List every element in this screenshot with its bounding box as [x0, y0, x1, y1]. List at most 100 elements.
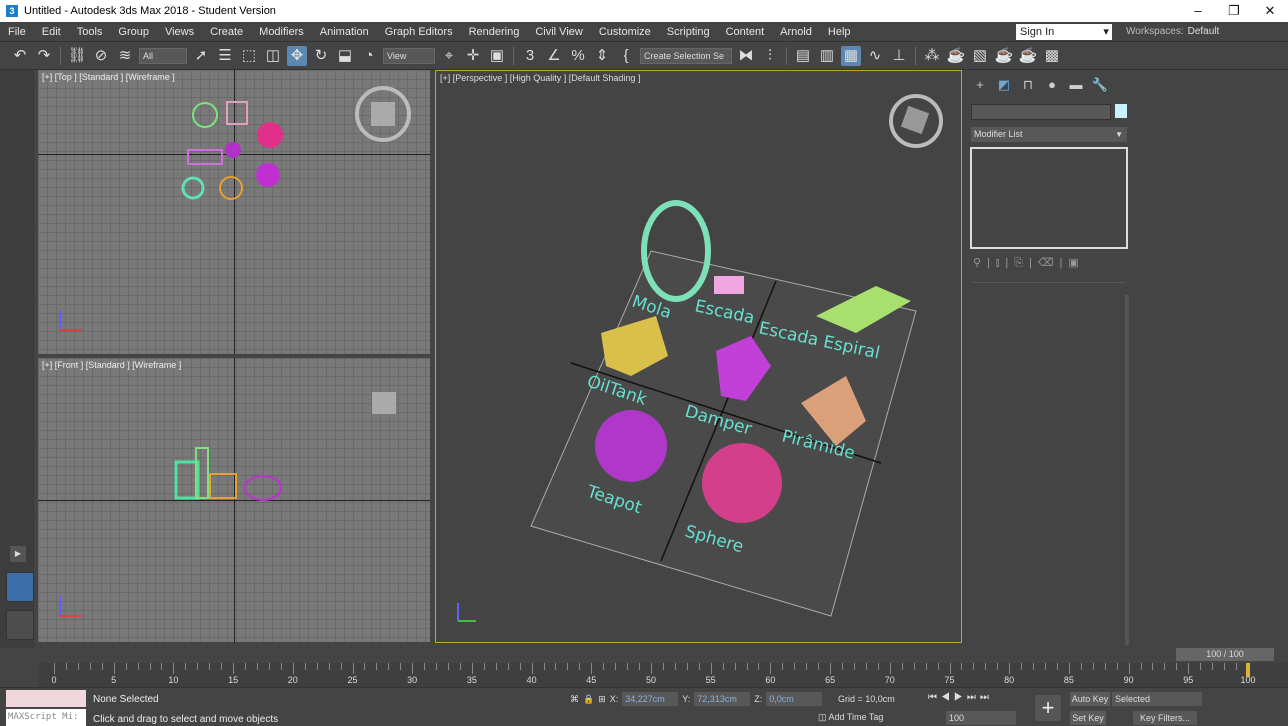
set-key-plus-icon[interactable]: +: [1035, 695, 1061, 721]
menu-scripting[interactable]: Scripting: [659, 22, 718, 42]
redo-icon[interactable]: ↷: [34, 46, 54, 66]
place-icon[interactable]: ◔: [359, 46, 379, 66]
menu-civil-view[interactable]: Civil View: [527, 22, 590, 42]
modify-tab-icon[interactable]: ◩: [995, 76, 1013, 94]
minimize-button[interactable]: –: [1180, 0, 1216, 22]
scene-explorer-icon[interactable]: ▤: [793, 46, 813, 66]
close-button[interactable]: ✕: [1252, 0, 1288, 22]
display-tab-icon[interactable]: ▬: [1067, 76, 1085, 94]
unlink-icon[interactable]: ⊘: [91, 46, 111, 66]
menu-help[interactable]: Help: [820, 22, 859, 42]
rect-selection-icon[interactable]: ⬚: [239, 46, 259, 66]
motion-tab-icon[interactable]: ●: [1043, 76, 1061, 94]
menu-rendering[interactable]: Rendering: [461, 22, 528, 42]
menu-content[interactable]: Content: [718, 22, 773, 42]
menu-customize[interactable]: Customize: [591, 22, 659, 42]
object-name-field[interactable]: [971, 104, 1111, 120]
spinner-snap-icon[interactable]: ⇕: [592, 46, 612, 66]
x-coordinate-field[interactable]: 34,227cm: [622, 692, 679, 706]
workspaces-selector[interactable]: Workspaces: Default: [1126, 24, 1219, 40]
rotate-icon[interactable]: ↻: [311, 46, 331, 66]
percent-snap-icon[interactable]: %: [568, 46, 588, 66]
add-time-tag-button[interactable]: ◫ Add Time Tag: [818, 712, 883, 723]
menu-tools[interactable]: Tools: [69, 22, 111, 42]
maxscript-listener-output[interactable]: [6, 690, 86, 707]
auto-key-button[interactable]: Auto Key: [1070, 692, 1110, 706]
layout-four-viewports-button[interactable]: [6, 572, 34, 602]
menu-edit[interactable]: Edit: [34, 22, 69, 42]
menu-views[interactable]: Views: [157, 22, 202, 42]
key-mode-dropdown[interactable]: Selected: [1112, 692, 1202, 706]
render-iterative-icon[interactable]: ☕: [1018, 46, 1038, 66]
mirror-icon[interactable]: ⧓: [736, 46, 756, 66]
schematic-view-icon[interactable]: ⊥: [889, 46, 909, 66]
select-object-icon[interactable]: ➚: [191, 46, 211, 66]
menu-create[interactable]: Create: [202, 22, 251, 42]
hierarchy-tab-icon[interactable]: ⊓: [1019, 76, 1037, 94]
curve-editor-icon[interactable]: ∿: [865, 46, 885, 66]
ribbon-toggle-icon[interactable]: ▦: [841, 45, 861, 66]
undo-icon[interactable]: ↶: [10, 46, 30, 66]
reference-coordinate-dropdown[interactable]: View: [383, 47, 435, 64]
expand-layouts-icon[interactable]: ▶: [10, 546, 26, 562]
menu-modifiers[interactable]: Modifiers: [251, 22, 312, 42]
menu-group[interactable]: Group: [110, 22, 157, 42]
track-bar[interactable]: [0, 648, 1288, 662]
menu-arnold[interactable]: Arnold: [772, 22, 820, 42]
select-manipulate-icon[interactable]: ✛: [463, 46, 483, 66]
selection-filter-dropdown[interactable]: All: [139, 47, 187, 64]
pivot-center-icon[interactable]: ⌖: [439, 46, 459, 66]
modifier-stack[interactable]: [970, 147, 1128, 249]
scale-icon[interactable]: ⬓: [335, 46, 355, 66]
lock-selection-icon[interactable]: 🔒: [583, 694, 594, 705]
move-icon[interactable]: ✥: [287, 45, 307, 66]
y-coordinate-field[interactable]: 72,313cm: [694, 692, 751, 706]
angle-snap-icon[interactable]: ∠: [544, 46, 564, 66]
timeline[interactable]: 0 5 10 15 20 25 30 35 40 45 50 55 60 65 70 75 80 85 90 95 10…: [38, 663, 1288, 687]
menu-file[interactable]: File: [0, 22, 34, 42]
rendered-frame-icon[interactable]: ▧: [970, 46, 990, 66]
utilities-tab-icon[interactable]: 🔧: [1091, 76, 1109, 94]
render-production-icon[interactable]: ☕: [994, 46, 1014, 66]
panel-scrollbar[interactable]: [1125, 295, 1129, 645]
menu-animation[interactable]: Animation: [312, 22, 377, 42]
viewport-front[interactable]: [+] [Front ] [Standard ] [Wireframe ]: [38, 358, 430, 642]
current-frame-field[interactable]: 100: [946, 711, 1016, 725]
timeline-tick: [639, 663, 641, 670]
layout-alt-button[interactable]: [6, 610, 34, 640]
frame-counter-slider[interactable]: 100 / 100: [1176, 648, 1274, 661]
snap-toggle-icon[interactable]: 3: [520, 46, 540, 66]
isolate-icon[interactable]: ⌘: [570, 694, 579, 705]
timeline-tick: [209, 663, 211, 670]
edit-named-sets-icon[interactable]: {: [616, 46, 636, 66]
key-filters-button[interactable]: Key Filters...: [1133, 711, 1197, 725]
material-editor-icon[interactable]: ⁂: [922, 46, 942, 66]
window-crossing-icon[interactable]: ◫: [263, 46, 283, 66]
modifier-list-dropdown[interactable]: Modifier List ▼: [971, 127, 1127, 142]
z-coordinate-field[interactable]: 0,0cm: [766, 692, 823, 706]
playback-controls[interactable]: ⏮◀▶⏭⏭: [928, 692, 993, 703]
arnold-render-icon[interactable]: ▩: [1042, 46, 1062, 66]
maxscript-mini-listener[interactable]: MAXScript Mi:: [6, 709, 86, 726]
named-selection-dropdown[interactable]: Create Selection Se: [640, 47, 732, 64]
restore-button[interactable]: ❐: [1216, 0, 1252, 22]
render-setup-icon[interactable]: ☕: [946, 46, 966, 66]
link-icon[interactable]: ⛓: [67, 46, 87, 66]
bind-space-warp-icon[interactable]: ≋: [115, 46, 135, 66]
oiltank-wireframe: [219, 176, 243, 200]
sign-in-dropdown[interactable]: Sign In ▾: [1016, 24, 1112, 40]
set-key-button[interactable]: Set Key: [1070, 711, 1106, 725]
viewport-perspective[interactable]: [+] [Perspective ] [High Quality ] [Defa…: [435, 70, 962, 643]
create-tab-icon[interactable]: +: [971, 76, 989, 94]
stack-tools-icons[interactable]: ⚲|⫾|⎘|⌫|▣: [973, 256, 1085, 270]
absolute-mode-icon[interactable]: ⊞: [598, 694, 606, 705]
viewport-top[interactable]: [+] [Top ] [Standard ] [Wireframe ]: [38, 70, 430, 354]
align-icon[interactable]: ⫶: [760, 46, 780, 66]
object-color-swatch[interactable]: [1115, 104, 1127, 118]
mola-wireframe: [187, 149, 223, 165]
keyboard-shortcut-icon[interactable]: ▣: [487, 46, 507, 66]
time-slider-marker[interactable]: [1246, 663, 1250, 677]
layer-explorer-icon[interactable]: ▥: [817, 46, 837, 66]
select-by-name-icon[interactable]: ☰: [215, 46, 235, 66]
menu-graph-editors[interactable]: Graph Editors: [377, 22, 461, 42]
